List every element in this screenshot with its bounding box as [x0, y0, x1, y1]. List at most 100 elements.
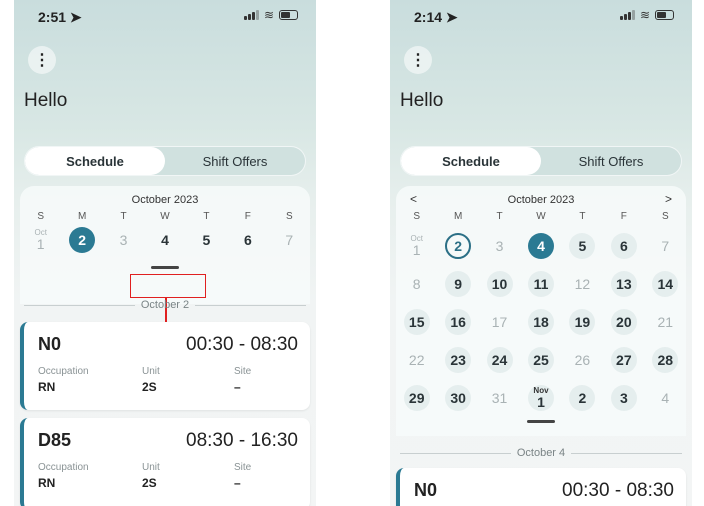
calendar-day[interactable]: 7	[269, 224, 310, 256]
calendar-day[interactable]: 7	[645, 230, 686, 262]
calendar-day[interactable]: Oct 1	[396, 230, 437, 262]
calendar-day[interactable]: 2	[61, 224, 102, 256]
calendar-day[interactable]: 31	[479, 382, 520, 414]
calendar-day[interactable]: 27	[603, 344, 644, 376]
calendar-day[interactable]: 3	[103, 224, 144, 256]
calendar-day[interactable]: 24	[479, 344, 520, 376]
calendar-day[interactable]: 10	[479, 268, 520, 300]
calendar-day[interactable]: 9	[437, 268, 478, 300]
day-number: 29	[403, 385, 430, 411]
calendar-day[interactable]: 5	[562, 230, 603, 262]
calendar-expand-handle[interactable]	[151, 266, 179, 269]
day-number: 4	[152, 227, 178, 253]
calendar-header: < October 2023 >	[396, 186, 686, 210]
shift-card[interactable]: D85 08:30 - 16:30 Occupation RN Unit 2S …	[20, 418, 310, 506]
day-number: 2	[69, 227, 96, 253]
calendar-day[interactable]: 3	[479, 230, 520, 262]
calendar-day[interactable]: 11	[520, 268, 561, 300]
calendar-day[interactable]: 21	[645, 306, 686, 338]
day-number: 11	[527, 271, 554, 297]
more-menu-button[interactable]: ⋮	[28, 46, 56, 74]
day-number: 7	[276, 227, 302, 253]
calendar-day[interactable]: 15	[396, 306, 437, 338]
calendar-day[interactable]: 29	[396, 382, 437, 414]
calendar-day[interactable]: Nov 1	[520, 382, 561, 414]
date-divider: October 2	[24, 298, 306, 312]
calendar-day[interactable]: 23	[437, 344, 478, 376]
more-menu-button[interactable]: ⋮	[404, 46, 432, 74]
day-number-text: 21	[657, 314, 674, 330]
day-number-text: 20	[616, 314, 632, 330]
day-number: 5	[569, 233, 596, 259]
field-label: Occupation	[38, 462, 89, 473]
calendar-day[interactable]: 2	[437, 230, 478, 262]
day-number-text: 1	[412, 242, 421, 258]
day-number: 6	[610, 233, 637, 259]
day-number-text: 3	[619, 390, 628, 406]
calendar-day[interactable]: 2	[562, 382, 603, 414]
next-month-icon[interactable]: >	[665, 192, 672, 206]
calendar-day[interactable]: 18	[520, 306, 561, 338]
unit-field: Unit 2S	[142, 462, 160, 490]
calendar-day[interactable]: 22	[396, 344, 437, 376]
battery-icon	[655, 10, 674, 20]
field-label: Unit	[142, 462, 160, 473]
calendar-day[interactable]: 16	[437, 306, 478, 338]
day-number-text: 1	[537, 394, 545, 410]
day-number: 5	[193, 227, 219, 253]
calendar-day[interactable]: 8	[396, 268, 437, 300]
field-value: RN	[38, 476, 56, 490]
tab-shift-offers[interactable]: Shift Offers	[541, 147, 681, 175]
wifi-icon: ≋	[639, 8, 650, 22]
field-value: –	[234, 476, 241, 490]
day-number-text: 16	[450, 314, 466, 330]
calendar-day[interactable]: 6	[603, 230, 644, 262]
day-number: Nov 1	[527, 385, 554, 411]
day-number: Oct 1	[404, 233, 430, 259]
calendar-day[interactable]: 3	[603, 382, 644, 414]
day-number-text: 31	[491, 390, 508, 406]
day-number-text: 5	[202, 232, 211, 248]
week-row: 29 30 31 Nov 1 2 3 4	[396, 382, 686, 414]
calendar-day[interactable]: 14	[645, 268, 686, 300]
day-number-text: 3	[495, 238, 504, 254]
site-field: Site –	[234, 366, 251, 394]
status-icons: ≋	[619, 8, 674, 22]
shift-card[interactable]: N0 00:30 - 08:30	[396, 468, 686, 506]
day-number: 31	[487, 385, 513, 411]
day-number-text: 23	[450, 352, 466, 368]
calendar-collapse-handle[interactable]	[527, 420, 555, 423]
calendar-day[interactable]: 20	[603, 306, 644, 338]
calendar-day[interactable]: Oct 1	[20, 224, 61, 256]
calendar-day[interactable]: 30	[437, 382, 478, 414]
weekday-label: T	[496, 211, 503, 222]
day-number-text: 30	[450, 390, 466, 406]
calendar-day[interactable]: 17	[479, 306, 520, 338]
calendar-header: October 2023	[20, 186, 310, 210]
calendar-day[interactable]: 4	[645, 382, 686, 414]
calendar-day[interactable]: 12	[562, 268, 603, 300]
tab-schedule[interactable]: Schedule	[401, 147, 541, 175]
calendar-day[interactable]: 19	[562, 306, 603, 338]
calendar-day[interactable]: 4	[144, 224, 185, 256]
signal-icon	[619, 10, 635, 20]
day-number-text: 2	[454, 238, 463, 254]
calendar-day[interactable]: 5	[186, 224, 227, 256]
signal-icon	[243, 10, 259, 20]
day-number-text: 3	[119, 232, 128, 248]
day-number: 21	[652, 309, 678, 335]
calendar-day[interactable]: 6	[227, 224, 268, 256]
calendar-day[interactable]: 25	[520, 344, 561, 376]
shift-card[interactable]: N0 00:30 - 08:30 Occupation RN Unit 2S S…	[20, 322, 310, 410]
day-number-text: 6	[243, 232, 252, 248]
day-number-text: 22	[408, 352, 425, 368]
schedule-tabs: Schedule Shift Offers	[400, 146, 682, 176]
calendar-day[interactable]: 28	[645, 344, 686, 376]
calendar-day[interactable]: 4	[520, 230, 561, 262]
day-number-text: 11	[533, 276, 549, 292]
tab-shift-offers[interactable]: Shift Offers	[165, 147, 305, 175]
calendar-day[interactable]: 13	[603, 268, 644, 300]
tab-schedule[interactable]: Schedule	[25, 147, 165, 175]
day-number: 12	[569, 271, 595, 297]
calendar-day[interactable]: 26	[562, 344, 603, 376]
